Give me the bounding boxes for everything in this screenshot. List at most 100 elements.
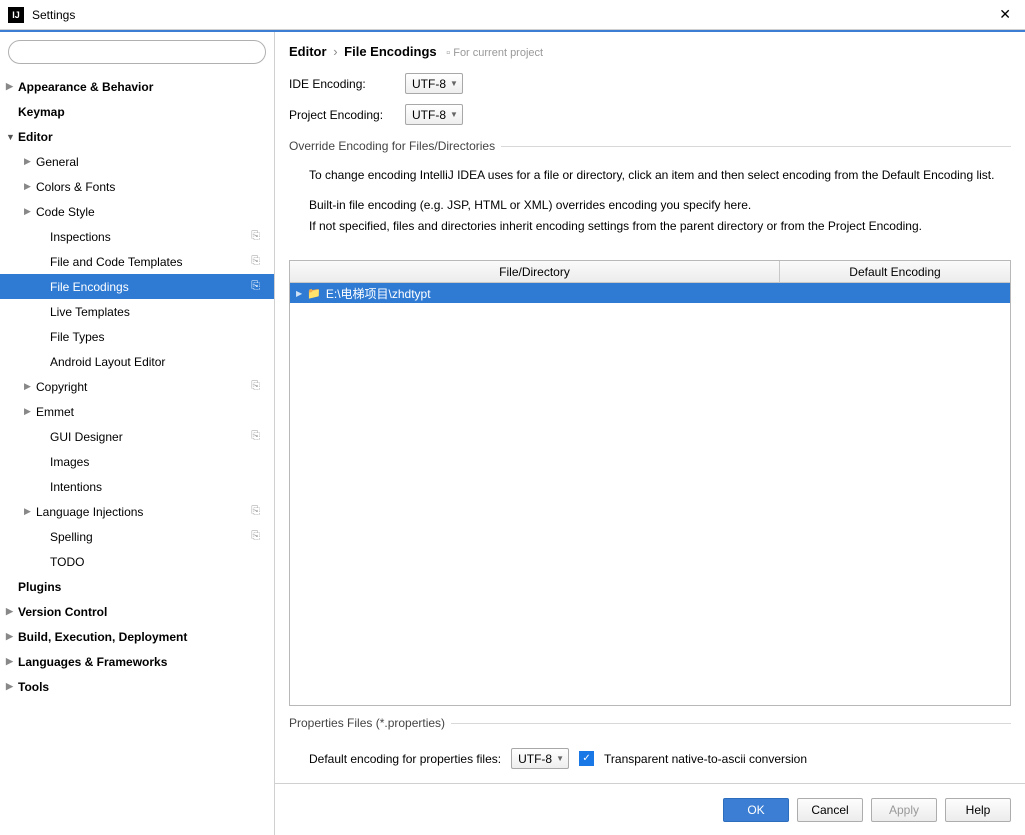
tree-item-inspections[interactable]: Inspections ⎘ (0, 224, 274, 249)
tree-item-live-templates[interactable]: Live Templates (0, 299, 274, 324)
tree-item-plugins[interactable]: Plugins (0, 574, 274, 599)
tree-item-label: Editor (18, 130, 53, 144)
tree-item-label: Plugins (18, 580, 61, 594)
tree-item-label: General (36, 155, 79, 169)
breadcrumb-part1: Editor (289, 44, 327, 59)
table-header: File/Directory Default Encoding (290, 261, 1010, 283)
tree-item-intentions[interactable]: Intentions (0, 474, 274, 499)
tree-item-label: Build, Execution, Deployment (18, 630, 187, 644)
search-input[interactable] (8, 40, 266, 64)
override-fieldset: Override Encoding for Files/Directories … (289, 139, 1011, 256)
tree-item-copyright[interactable]: ▶ Copyright ⎘ (0, 374, 274, 399)
tree-item-file-encodings[interactable]: File Encodings ⎘ (0, 274, 274, 299)
ide-encoding-select[interactable]: UTF-8▼ (405, 73, 463, 94)
tree-item-label: Spelling (50, 530, 93, 544)
help-button[interactable]: Help (945, 798, 1011, 822)
table-body[interactable]: ▶📁E:\电梯项目\zhdtypt (290, 283, 1010, 705)
tree-item-general[interactable]: ▶ General (0, 149, 274, 174)
tree-item-languages-frameworks[interactable]: ▶Languages & Frameworks (0, 649, 274, 674)
properties-title: Properties Files (*.properties) (289, 716, 1011, 730)
tree-item-label: File Types (50, 330, 104, 344)
window-title: Settings (32, 8, 993, 22)
sidebar: 🔍 ▶Appearance & BehaviorKeymap▼Editor▶Ge… (0, 32, 275, 835)
tree-item-code-style[interactable]: ▶ Code Style (0, 199, 274, 224)
tree-item-file-types[interactable]: File Types (0, 324, 274, 349)
tree-item-colors-fonts[interactable]: ▶ Colors & Fonts (0, 174, 274, 199)
project-scope-icon: ⎘ (251, 230, 260, 243)
search-wrap: 🔍 (0, 32, 274, 72)
chevron-right-icon: ▶ (24, 156, 31, 167)
ok-button[interactable]: OK (723, 798, 789, 822)
chevron-right-icon: ▶ (24, 206, 31, 217)
tree-item-language-injections[interactable]: ▶ Language Injections ⎘ (0, 499, 274, 524)
project-scope-icon: ⎘ (251, 380, 260, 393)
apply-button[interactable]: Apply (871, 798, 937, 822)
tree-item-label: GUI Designer (50, 430, 123, 444)
chevron-down-icon: ▼ (450, 110, 458, 119)
tree-item-label: Code Style (36, 205, 95, 219)
tree-item-editor[interactable]: ▼Editor (0, 124, 274, 149)
breadcrumb-hint: ▫ For current project (446, 47, 543, 59)
folder-icon: 📁 (307, 287, 321, 300)
chevron-right-icon: ▶ (6, 81, 13, 92)
transparent-ascii-label: Transparent native-to-ascii conversion (604, 752, 807, 766)
chevron-right-icon: ▶ (24, 506, 31, 517)
project-encoding-row: Project Encoding: UTF-8▼ (289, 104, 1011, 125)
close-icon[interactable]: ✕ (993, 6, 1017, 23)
table-row[interactable]: ▶📁E:\电梯项目\zhdtypt (290, 283, 1010, 303)
chevron-right-icon: ▶ (24, 381, 31, 392)
cancel-button[interactable]: Cancel (797, 798, 863, 822)
props-encoding-select[interactable]: UTF-8▼ (511, 748, 569, 769)
encoding-table: File/Directory Default Encoding ▶📁E:\电梯项… (289, 260, 1011, 706)
tree-item-label: File and Code Templates (50, 255, 183, 269)
project-encoding-select[interactable]: UTF-8▼ (405, 104, 463, 125)
project-scope-icon: ⎘ (251, 280, 260, 293)
tree-item-emmet[interactable]: ▶ Emmet (0, 399, 274, 424)
tree-item-label: Images (50, 455, 89, 469)
chevron-right-icon: ▶ (296, 289, 302, 298)
tree-item-appearance-behavior[interactable]: ▶ Appearance & Behavior (0, 74, 274, 99)
titlebar: IJ Settings ✕ (0, 0, 1025, 30)
project-encoding-label: Project Encoding: (289, 108, 405, 122)
chevron-right-icon: ▶ (6, 606, 13, 617)
tree-item-tools[interactable]: ▶ Tools (0, 674, 274, 699)
chevron-down-icon: ▼ (6, 132, 15, 142)
transparent-ascii-checkbox[interactable]: ✓ (579, 751, 594, 766)
tree-item-build-execution-deployment[interactable]: ▶Build, Execution, Deployment (0, 624, 274, 649)
tree-item-label: Tools (18, 680, 49, 694)
chevron-right-icon: ▶ (6, 656, 13, 667)
tree-item-android-layout-editor[interactable]: Android Layout Editor (0, 349, 274, 374)
col-encoding[interactable]: Default Encoding (780, 261, 1010, 282)
tree-item-label: Version Control (18, 605, 107, 619)
tree-item-todo[interactable]: TODO (0, 549, 274, 574)
tree-item-label: Inspections (50, 230, 111, 244)
tree-item-file-and-code-templates[interactable]: File and Code Templates⎘ (0, 249, 274, 274)
tree-item-gui-designer[interactable]: GUI Designer ⎘ (0, 424, 274, 449)
tree-item-label: Language Injections (36, 505, 143, 519)
tree-item-version-control[interactable]: ▶ Version Control (0, 599, 274, 624)
tree-item-label: Emmet (36, 405, 74, 419)
col-file[interactable]: File/Directory (290, 261, 780, 282)
breadcrumb-part2: File Encodings (344, 44, 436, 59)
chevron-right-icon: ▶ (6, 681, 13, 692)
properties-section: Properties Files (*.properties) Default … (289, 716, 1011, 783)
chevron-right-icon: ▶ (24, 181, 31, 192)
tree-item-images[interactable]: Images (0, 449, 274, 474)
chevron-down-icon: ▼ (556, 754, 564, 763)
tree-item-label: Live Templates (50, 305, 130, 319)
override-title: Override Encoding for Files/Directories (289, 139, 1011, 153)
tree-item-label: Colors & Fonts (36, 180, 115, 194)
tree-item-keymap[interactable]: Keymap (0, 99, 274, 124)
tree-item-label: File Encodings (50, 280, 129, 294)
content: Editor › File Encodings ▫ For current pr… (275, 32, 1025, 835)
project-scope-icon: ⎘ (251, 505, 260, 518)
tree-item-label: Copyright (36, 380, 87, 394)
app-icon: IJ (8, 7, 24, 23)
project-scope-icon: ⎘ (251, 430, 260, 443)
chevron-right-icon: ▶ (24, 406, 31, 417)
tree-item-label: Appearance & Behavior (18, 80, 153, 94)
project-scope-icon: ⎘ (251, 530, 260, 543)
main: 🔍 ▶Appearance & BehaviorKeymap▼Editor▶Ge… (0, 30, 1025, 835)
tree-item-label: TODO (50, 555, 84, 569)
tree-item-spelling[interactable]: Spelling ⎘ (0, 524, 274, 549)
